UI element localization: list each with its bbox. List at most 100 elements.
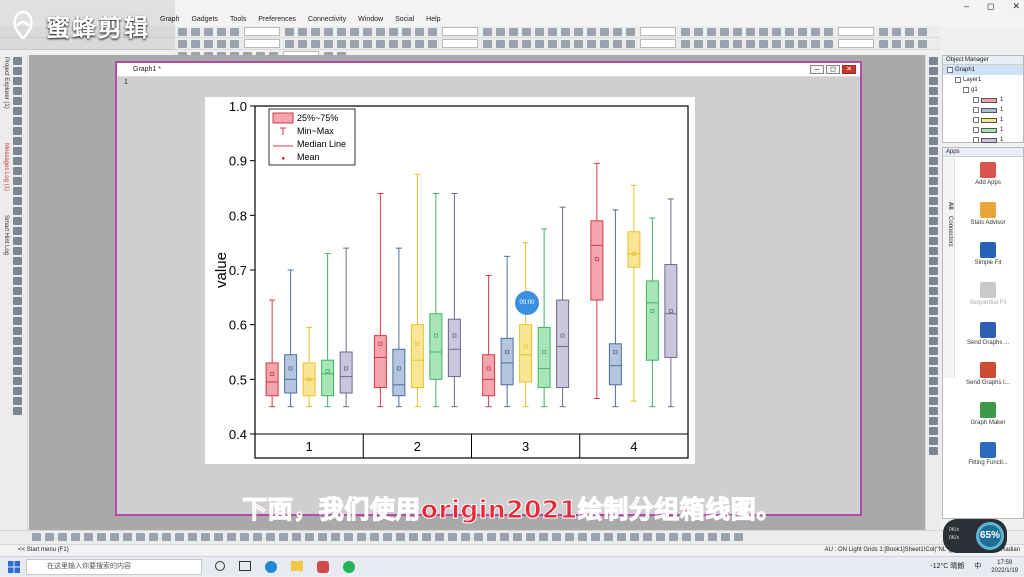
toolbar-button-icon[interactable] — [879, 40, 888, 48]
toolbar-button-icon[interactable] — [600, 40, 609, 48]
toolbar-button-icon[interactable] — [230, 28, 239, 36]
toolbar-button-icon[interactable] — [798, 40, 807, 48]
toolbar-button-icon[interactable] — [626, 28, 635, 36]
bottom-tool-button-icon[interactable] — [409, 533, 418, 541]
right-tool-button-icon[interactable] — [929, 307, 938, 315]
toolbar-button-icon[interactable] — [298, 40, 307, 48]
toolbar-button-icon[interactable] — [483, 28, 492, 36]
right-tool-button-icon[interactable] — [929, 447, 938, 455]
right-tool-button-icon[interactable] — [929, 277, 938, 285]
toolbar-button-icon[interactable] — [892, 40, 901, 48]
tool-button-icon[interactable] — [13, 67, 22, 75]
right-tool-button-icon[interactable] — [929, 187, 938, 195]
tool-button-icon[interactable] — [13, 57, 22, 65]
ime-indicator[interactable]: 中 — [974, 557, 981, 577]
bottom-tool-button-icon[interactable] — [422, 533, 431, 541]
app-simple-fit[interactable]: Simple Fit — [957, 242, 1019, 267]
bottom-tool-button-icon[interactable] — [84, 533, 93, 541]
toolbar-button-icon[interactable] — [402, 28, 411, 36]
toolbar-button-icon[interactable] — [905, 40, 914, 48]
toolbar-button-icon[interactable] — [681, 40, 690, 48]
bottom-tool-button-icon[interactable] — [344, 533, 353, 541]
bottom-tool-button-icon[interactable] — [253, 533, 262, 541]
tool-button-icon[interactable] — [13, 187, 22, 195]
toolbar-button-icon[interactable] — [879, 28, 888, 36]
windows-start-icon[interactable] — [8, 561, 20, 573]
toolbar-button-icon[interactable] — [324, 28, 333, 36]
toolbar-button-icon[interactable] — [707, 40, 716, 48]
weather-text[interactable]: -12°C 晴朗 — [930, 557, 964, 577]
toolbar-button-icon[interactable] — [217, 40, 226, 48]
tool-button-icon[interactable] — [13, 197, 22, 205]
toolbar-button-icon[interactable] — [785, 28, 794, 36]
bottom-tool-button-icon[interactable] — [526, 533, 535, 541]
plot-series-item[interactable]: 1 — [943, 105, 1023, 115]
right-tool-button-icon[interactable] — [929, 67, 938, 75]
bottom-tool-button-icon[interactable] — [669, 533, 678, 541]
toolbar-dropdown[interactable] — [442, 39, 478, 48]
toolbar-button-icon[interactable] — [535, 40, 544, 48]
graph-window[interactable]: Graph1 * – ◻ ✕ 1 value 0.4 0.5 0.6 0.7 0.8 0.9… — [115, 61, 862, 516]
bottom-tool-button-icon[interactable] — [435, 533, 444, 541]
bottom-tool-button-icon[interactable] — [721, 533, 730, 541]
toolbar-button-icon[interactable] — [363, 28, 372, 36]
checkbox-icon[interactable] — [963, 87, 969, 93]
toolbar-button-icon[interactable] — [285, 40, 294, 48]
toolbar-button-icon[interactable] — [772, 28, 781, 36]
toolbar-button-icon[interactable] — [918, 40, 927, 48]
checkbox-icon[interactable] — [973, 127, 979, 133]
menu-item-tools[interactable]: Tools — [230, 14, 246, 26]
tool-button-icon[interactable] — [13, 227, 22, 235]
right-tool-button-icon[interactable] — [929, 127, 938, 135]
bottom-tool-button-icon[interactable] — [32, 533, 41, 541]
right-tool-button-icon[interactable] — [929, 227, 938, 235]
toolbar-button-icon[interactable] — [230, 40, 239, 48]
right-tool-button-icon[interactable] — [929, 347, 938, 355]
plot-series-item[interactable]: 1 — [943, 135, 1023, 145]
bottom-tool-button-icon[interactable] — [630, 533, 639, 541]
tab-project-explorer[interactable]: Project Explorer (1) — [1, 57, 9, 109]
bottom-tool-button-icon[interactable] — [318, 533, 327, 541]
app-send-graphs-word[interactable]: Send Graphs ... — [957, 322, 1019, 347]
right-tool-button-icon[interactable] — [929, 137, 938, 145]
bottom-tool-button-icon[interactable] — [162, 533, 171, 541]
right-tool-button-icon[interactable] — [929, 357, 938, 365]
bottom-tool-button-icon[interactable] — [383, 533, 392, 541]
right-tool-button-icon[interactable] — [929, 237, 938, 245]
object-tree-item[interactable]: Layer1 — [943, 75, 1023, 85]
bottom-tool-button-icon[interactable] — [695, 533, 704, 541]
bottom-tool-button-icon[interactable] — [552, 533, 561, 541]
bottom-tool-button-icon[interactable] — [357, 533, 366, 541]
bottom-tool-button-icon[interactable] — [227, 533, 236, 541]
toolbar-button-icon[interactable] — [694, 40, 703, 48]
bottom-tool-button-icon[interactable] — [292, 533, 301, 541]
tool-button-icon[interactable] — [13, 247, 22, 255]
bottom-tool-button-icon[interactable] — [448, 533, 457, 541]
toolbar-button-icon[interactable] — [285, 28, 294, 36]
toolbar-button-icon[interactable] — [217, 28, 226, 36]
tool-button-icon[interactable] — [13, 267, 22, 275]
tool-button-icon[interactable] — [13, 407, 22, 415]
bottom-tool-button-icon[interactable] — [149, 533, 158, 541]
right-tool-button-icon[interactable] — [929, 117, 938, 125]
object-tree-item[interactable]: g1 — [943, 85, 1023, 95]
toolbar-button-icon[interactable] — [798, 28, 807, 36]
clock[interactable]: 17:59 2022/1/19 — [991, 557, 1018, 577]
right-tool-button-icon[interactable] — [929, 247, 938, 255]
menu-item-social[interactable]: Social — [395, 14, 414, 26]
right-tool-button-icon[interactable] — [929, 197, 938, 205]
bottom-tool-button-icon[interactable] — [565, 533, 574, 541]
menu-item-help[interactable]: Help — [426, 14, 440, 26]
bottom-tool-button-icon[interactable] — [682, 533, 691, 541]
bottom-tool-button-icon[interactable] — [123, 533, 132, 541]
right-tool-button-icon[interactable] — [929, 417, 938, 425]
toolbar-button-icon[interactable] — [389, 40, 398, 48]
tool-button-icon[interactable] — [13, 147, 22, 155]
right-tool-button-icon[interactable] — [929, 57, 938, 65]
bottom-tool-button-icon[interactable] — [604, 533, 613, 541]
tool-button-icon[interactable] — [13, 367, 22, 375]
tool-button-icon[interactable] — [13, 337, 22, 345]
toolbar-button-icon[interactable] — [389, 28, 398, 36]
tool-button-icon[interactable] — [13, 167, 22, 175]
toolbar-button-icon[interactable] — [613, 40, 622, 48]
